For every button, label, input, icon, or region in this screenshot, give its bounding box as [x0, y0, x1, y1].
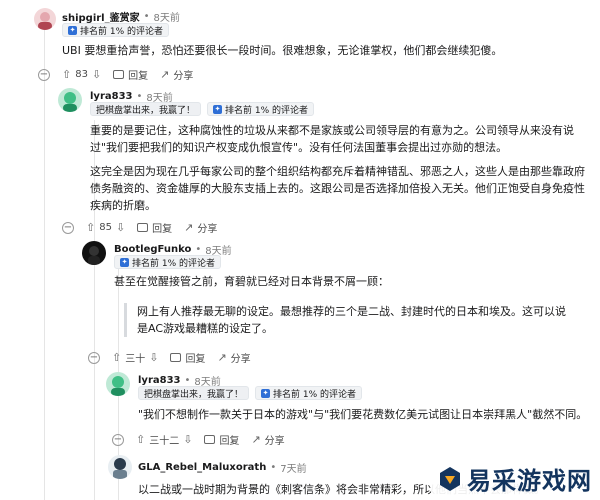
reply-button[interactable]: 回复: [204, 432, 239, 447]
upvote-icon[interactable]: ⇧: [62, 68, 71, 81]
flair-text: 排名前 1% 的评论者: [225, 105, 309, 116]
separator-dot: •: [143, 11, 150, 22]
flair-text: 排名前 1% 的评论者: [80, 26, 163, 37]
flair-badge: 把棋盘掌出来，我赢了！: [138, 386, 250, 400]
avatar[interactable]: [82, 241, 106, 265]
username[interactable]: BootlegFunko: [114, 244, 191, 255]
share-icon: ↗: [160, 68, 170, 81]
flair-badge: 把棋盘掌出来，我赢了！: [90, 102, 202, 116]
downvote-icon[interactable]: ⇩: [116, 221, 125, 234]
watermark-text: 易采游戏网: [467, 466, 592, 495]
separator-dot: •: [270, 462, 277, 473]
username[interactable]: lyra833: [90, 91, 133, 102]
vote-count: 三十二: [149, 436, 180, 447]
collapse-button[interactable]: −: [62, 221, 74, 234]
flair-badge: ✦ 排名前 1% 的评论者: [62, 23, 169, 37]
watermark: 易采游戏网: [431, 459, 596, 498]
avatar[interactable]: [34, 8, 56, 30]
username[interactable]: shipgirl_鉴赏家: [62, 9, 140, 24]
share-icon: ↗: [184, 221, 194, 234]
reply-button[interactable]: 回复: [137, 220, 172, 235]
comment-body: "我们不想制作一款关于日本的游戏"与"我们要花费数亿美元试图让日本崇拜黑人"截然…: [138, 408, 588, 421]
flair-text: 把棋盘掌出来，我赢了！: [96, 105, 196, 116]
thread-line: [44, 30, 45, 500]
watermark-logo-icon: [440, 466, 460, 491]
separator-dot: •: [184, 375, 191, 386]
share-button[interactable]: ↗ 分享: [184, 220, 217, 235]
flair-badge: ✦ 排名前 1% 的评论者: [207, 102, 315, 116]
timestamp: 8天前: [153, 13, 180, 24]
comment-icon: [113, 70, 125, 79]
flair-badge: ✦ 排名前 1% 的评论者: [114, 255, 221, 269]
share-button[interactable]: ↗ 分享: [251, 432, 284, 447]
avatar[interactable]: [106, 372, 130, 396]
share-label: 分享: [230, 354, 251, 365]
reply-label: 回复: [128, 71, 149, 82]
upvote-icon[interactable]: ⇧: [86, 221, 95, 234]
share-label: 分享: [264, 436, 285, 447]
reply-label: 回复: [152, 224, 173, 235]
flair-text: 排名前 1% 的评论者: [132, 258, 215, 269]
comment-icon: [204, 435, 216, 444]
rank-icon: ✦: [68, 25, 77, 35]
reply-label: 回复: [219, 436, 240, 447]
username[interactable]: lyra833: [138, 375, 181, 386]
reply-label: 回复: [185, 354, 206, 365]
share-label: 分享: [173, 71, 194, 82]
comment-paragraph: 这完全是因为现在几乎每家公司的整个组织结构都充斥着精神错乱、邪恶之人，这些人是由…: [90, 165, 585, 212]
timestamp: 7天前: [280, 464, 307, 475]
flair-text: 把棋盘掌出来，我赢了！: [144, 389, 244, 400]
comment-body: 甚至在觉醒接管之前，育碧就已经对日本背景不屑一顾：: [114, 275, 389, 288]
share-icon: ↗: [251, 433, 261, 446]
comment-icon: [170, 353, 182, 362]
downvote-icon[interactable]: ⇩: [149, 351, 158, 364]
reply-button[interactable]: 回复: [113, 67, 148, 82]
avatar[interactable]: [108, 455, 132, 479]
rank-icon: ✦: [261, 388, 271, 398]
comment-paragraph: 重要的是要记住，这种腐蚀性的垃圾从来都不是家族或公司领导层的有意为之。公司领导从…: [90, 124, 574, 154]
separator-dot: •: [195, 244, 202, 255]
comment-body: UBI 要想重拾声誉，恐怕还要很长一段时间。很难想象，无论谁掌权，他们都会继续犯…: [62, 44, 503, 57]
share-button[interactable]: ↗ 分享: [160, 67, 193, 82]
upvote-icon[interactable]: ⇧: [136, 433, 145, 446]
upvote-icon[interactable]: ⇧: [112, 351, 121, 364]
flair-badge: ✦ 排名前 1% 的评论者: [255, 386, 363, 400]
block-quote: 网上有人推荐最无聊的设定。最想推荐的三个是二战、封建时代的日本和埃及。这可以说是…: [124, 303, 574, 337]
rank-icon: ✦: [213, 104, 223, 114]
comment-icon: [137, 223, 149, 232]
vote-count: 85: [99, 222, 112, 233]
flair-text: 排名前 1% 的评论者: [273, 389, 357, 400]
username[interactable]: GLA_Rebel_Maluxorath: [138, 462, 266, 473]
share-icon: ↗: [217, 351, 227, 364]
downvote-icon[interactable]: ⇩: [183, 433, 192, 446]
share-button[interactable]: ↗ 分享: [217, 350, 250, 365]
avatar[interactable]: [58, 88, 82, 112]
vote-count: 83: [75, 69, 88, 80]
collapse-button[interactable]: −: [112, 433, 124, 446]
vote-count: 三十: [125, 354, 146, 365]
share-label: 分享: [197, 224, 218, 235]
downvote-icon[interactable]: ⇩: [92, 68, 101, 81]
rank-icon: ✦: [120, 257, 129, 267]
collapse-button[interactable]: −: [88, 351, 100, 364]
separator-dot: •: [136, 91, 143, 102]
reply-button[interactable]: 回复: [170, 350, 205, 365]
collapse-button[interactable]: −: [38, 68, 50, 81]
